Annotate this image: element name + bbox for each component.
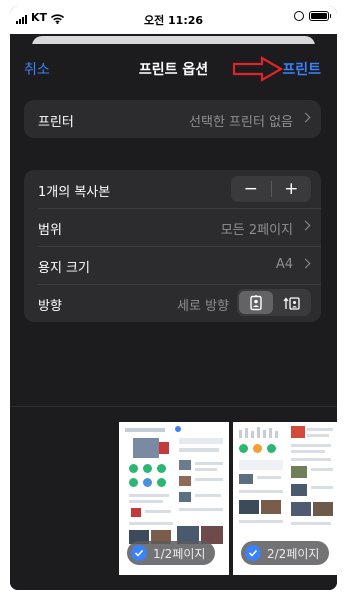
battery-icon [309,11,331,21]
status-bar: KT 오전 11:26 [10,6,337,34]
range-value: 모든 2페이지 [220,223,293,238]
red-arrow-annotation-icon [232,56,284,82]
chevron-right-icon [300,258,311,269]
status-time: 오전 11:26 [143,14,204,27]
page-1-badge: 1/2페이지 [127,541,216,565]
minus-icon[interactable]: − [231,176,271,202]
printer-row[interactable]: 프린터 선택한 프린터 없음 [24,100,321,138]
range-label: 범위 [38,223,62,238]
printer-label: 프린터 [38,115,74,130]
plus-icon[interactable]: + [272,176,312,202]
print-button[interactable]: 프린트 [282,59,321,79]
page-preview-1[interactable]: 1/2페이지 [119,422,229,575]
page-2-badge: 2/2페이지 [241,541,330,565]
navigation-bar: 취소 프린트 옵션 프린트 [10,44,337,94]
rotation-lock-icon [294,11,304,21]
checkmark-icon [245,545,261,561]
orientation-toggle [237,289,311,316]
printer-value: 선택한 프린터 없음 [189,115,293,130]
paper-size-label: 용지 크기 [38,261,90,276]
page-preview-2[interactable]: 2/2페이지 [233,422,337,575]
orientation-row: 방향 세로 방향 [24,284,321,322]
orientation-value: 세로 방향 [177,299,229,314]
orientation-label: 방향 [38,299,62,314]
paper-size-row[interactable]: 용지 크기 A4 [24,246,321,284]
landscape-icon[interactable] [275,291,309,314]
chevron-right-icon [300,220,311,231]
portrait-icon[interactable] [239,291,273,314]
range-row[interactable]: 범위 모든 2페이지 [24,208,321,246]
page-1-label: 1/2페이지 [153,546,206,561]
copies-row: 1개의 복사본 − + [24,170,321,208]
print-options-sheet: 취소 프린트 옵션 프린트 프린터 선택한 프린터 없음 1개의 복사본 − + [10,44,337,590]
checkmark-icon [131,545,147,561]
printer-group: 프린터 선택한 프린터 없음 [24,100,321,138]
copies-stepper: − + [231,176,311,202]
copies-label: 1개의 복사본 [38,185,111,200]
paper-size-value: A4 [275,257,293,272]
page-preview-strip: 1/2페이지 2/2페이지 [10,407,337,590]
phone-screen: KT 오전 11:26 취소 프린트 옵션 프린트 프린터 선택한 프린터 없음… [10,6,337,590]
chevron-right-icon [300,112,311,123]
settings-group: 1개의 복사본 − + 범위 모든 2페이지 용지 크기 A4 방향 세로 방향 [24,170,321,322]
page-2-label: 2/2페이지 [267,546,320,561]
